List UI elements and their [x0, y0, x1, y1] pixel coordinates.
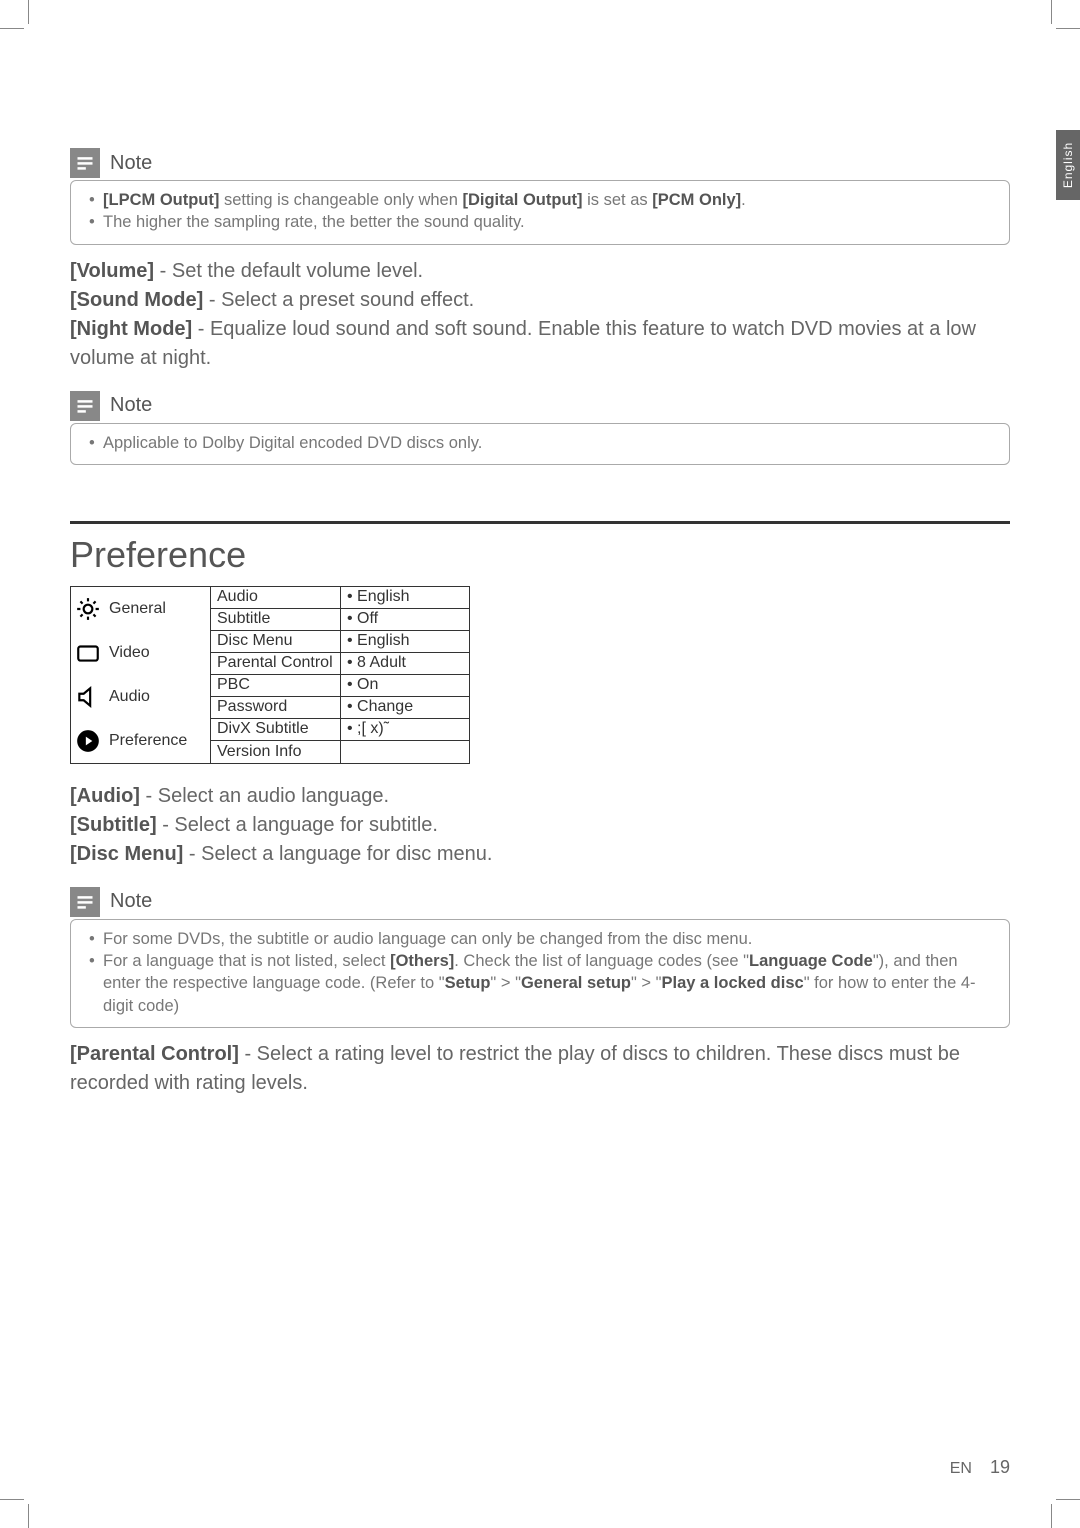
menu-item-general: General	[71, 587, 210, 631]
crop-mark	[1051, 1504, 1052, 1528]
body-paragraph-parental: [Parental Control] - Select a rating lev…	[70, 1040, 1010, 1098]
crop-mark	[1051, 0, 1052, 24]
language-side-tab: English	[1056, 130, 1080, 200]
menu-row: PBC On	[211, 675, 469, 697]
menu-row: Audio English	[211, 587, 469, 609]
menu-item-audio: Audio	[71, 675, 210, 719]
menu-key: Password	[211, 697, 341, 718]
note-block-1: Note [LPCM Output] setting is changeable…	[70, 148, 1010, 245]
note-item: Applicable to Dolby Digital encoded DVD …	[89, 432, 995, 454]
menu-item-video: Video	[71, 631, 210, 675]
menu-value: English	[341, 588, 469, 606]
video-icon	[75, 640, 101, 666]
menu-item-label: General	[109, 600, 166, 618]
menu-key: Subtitle	[211, 609, 341, 630]
footer-lang: EN	[950, 1460, 972, 1478]
menu-key: Version Info	[211, 741, 341, 763]
menu-value: 8 Adult	[341, 654, 469, 672]
menu-row: Password Change	[211, 697, 469, 719]
note-body: [LPCM Output] setting is changeable only…	[70, 180, 1010, 245]
menu-key: PBC	[211, 675, 341, 696]
menu-row: Version Info	[211, 741, 469, 763]
crop-mark	[0, 1499, 24, 1500]
note-title: Note	[110, 890, 152, 913]
note-icon	[70, 148, 100, 178]
page-footer: EN 19	[950, 1457, 1010, 1478]
body-paragraph-audio: [Audio] - Select an audio language.[Subt…	[70, 782, 1010, 869]
menu-value: English	[341, 632, 469, 650]
crop-mark	[1056, 28, 1080, 29]
note-item: For a language that is not listed, selec…	[89, 950, 995, 1017]
menu-key: Disc Menu	[211, 631, 341, 652]
crop-mark	[28, 0, 29, 24]
gear-icon	[75, 596, 101, 622]
crop-mark	[1056, 1499, 1080, 1500]
note-title: Note	[110, 152, 152, 175]
menu-row: Subtitle Off	[211, 609, 469, 631]
note-header: Note	[70, 391, 1010, 421]
menu-item-label: Audio	[109, 688, 150, 706]
note-header: Note	[70, 887, 1010, 917]
menu-value: Off	[341, 610, 469, 628]
menu-item-preference: Preference	[71, 719, 210, 763]
menu-right-column: Audio English Subtitle Off Disc Menu Eng…	[211, 587, 469, 763]
note-icon	[70, 887, 100, 917]
footer-page-number: 19	[990, 1457, 1010, 1478]
note-header: Note	[70, 148, 1010, 178]
menu-row: Disc Menu English	[211, 631, 469, 653]
body-paragraph-volume: [Volume] - Set the default volume level.…	[70, 257, 1010, 373]
menu-left-column: General Video Audio Preference	[71, 587, 211, 763]
note-item: [LPCM Output] setting is changeable only…	[89, 189, 995, 211]
menu-item-label: Video	[109, 644, 150, 662]
note-block-2: Note Applicable to Dolby Digital encoded…	[70, 391, 1010, 465]
menu-key: Audio	[211, 587, 341, 608]
note-item: The higher the sampling rate, the better…	[89, 211, 995, 233]
speaker-icon	[75, 684, 101, 710]
menu-row: Parental Control 8 Adult	[211, 653, 469, 675]
note-item: For some DVDs, the subtitle or audio lan…	[89, 928, 995, 950]
menu-key: Parental Control	[211, 653, 341, 674]
note-icon	[70, 391, 100, 421]
menu-value: Change	[341, 698, 469, 716]
crop-mark	[0, 28, 24, 29]
language-side-tab-label: English	[1061, 142, 1075, 188]
note-title: Note	[110, 394, 152, 417]
menu-value: On	[341, 676, 469, 694]
crop-mark	[28, 1504, 29, 1528]
page-content: Note [LPCM Output] setting is changeable…	[70, 0, 1010, 1098]
preference-icon	[75, 728, 101, 754]
preference-menu: General Video Audio Preference	[70, 586, 470, 764]
note-body: Applicable to Dolby Digital encoded DVD …	[70, 423, 1010, 465]
section-title-preference: Preference	[70, 521, 1010, 576]
menu-key: DivX Subtitle	[211, 719, 341, 740]
menu-value: ;[ x)˜	[341, 720, 469, 738]
menu-row: DivX Subtitle ;[ x)˜	[211, 719, 469, 741]
note-body: For some DVDs, the subtitle or audio lan…	[70, 919, 1010, 1028]
note-block-3: Note For some DVDs, the subtitle or audi…	[70, 887, 1010, 1028]
menu-item-label: Preference	[109, 732, 187, 750]
